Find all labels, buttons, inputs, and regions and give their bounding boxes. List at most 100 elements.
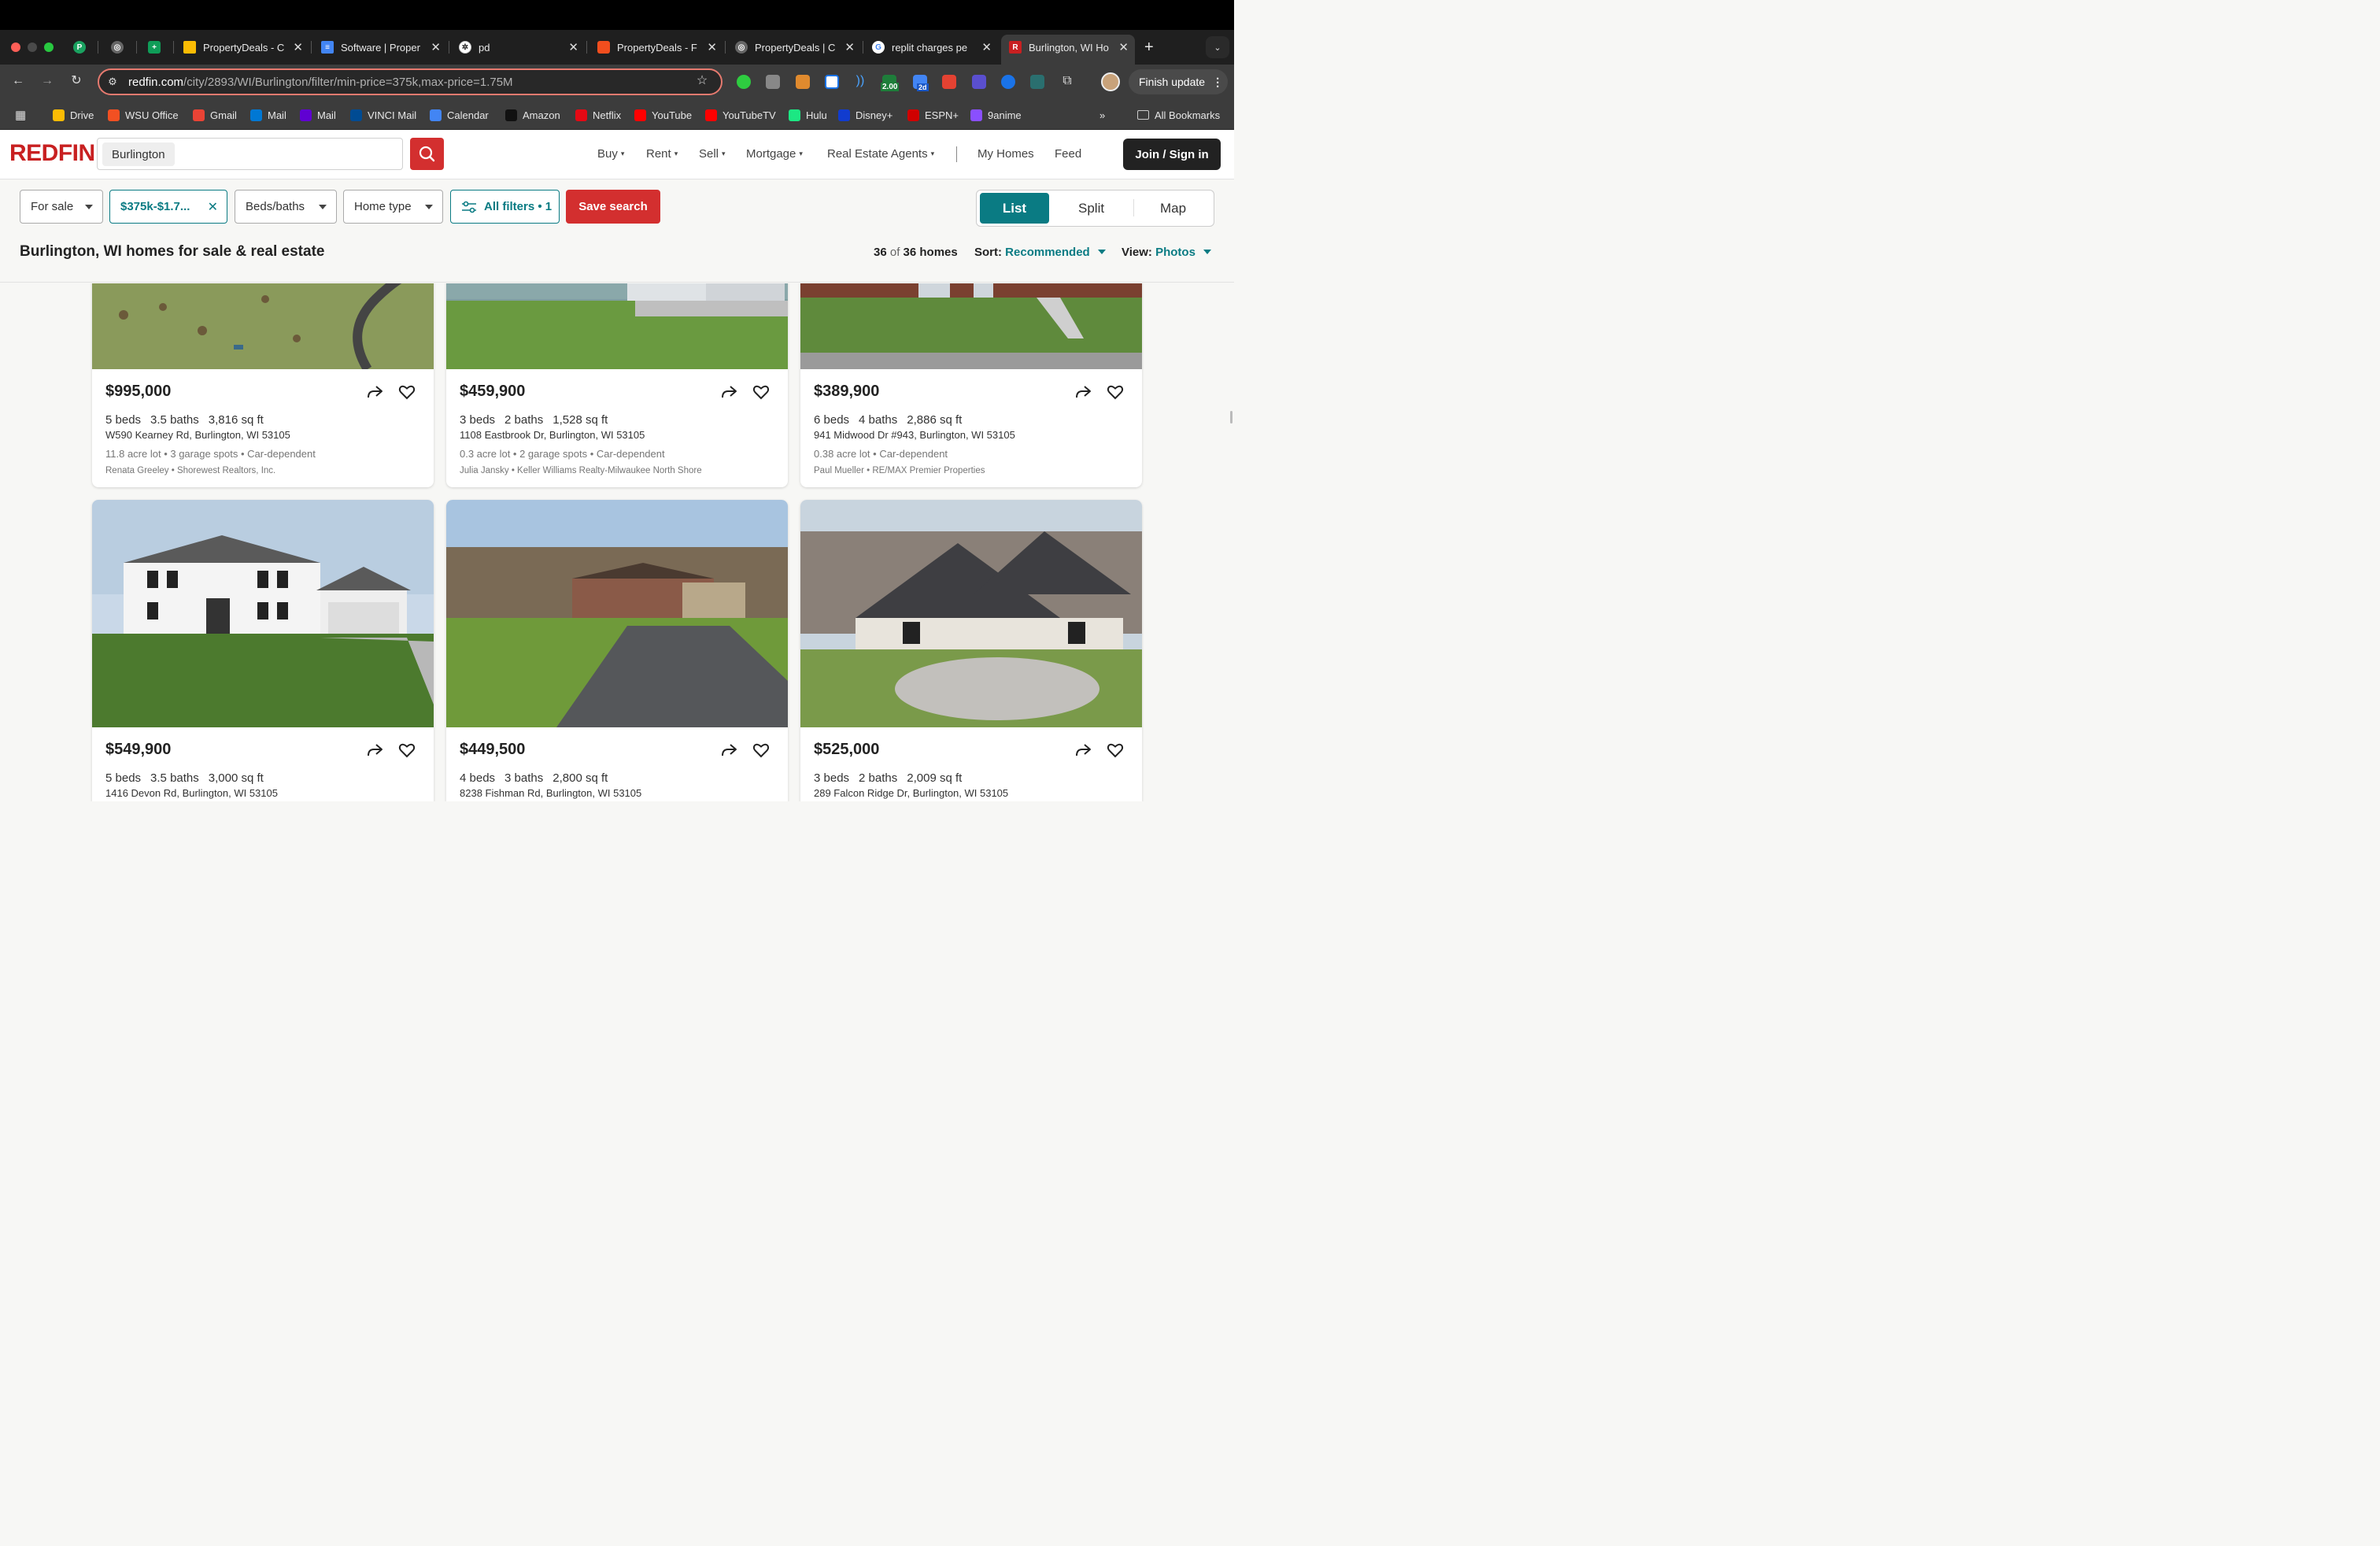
listing-photo[interactable]: [800, 500, 1142, 727]
close-tab-icon[interactable]: ✕: [1118, 40, 1129, 54]
search-button[interactable]: [410, 138, 444, 170]
bookmark-gmail[interactable]: Gmail: [193, 108, 237, 122]
bookmark-hulu[interactable]: Hulu: [789, 108, 827, 122]
bookmark-youtubetv[interactable]: YouTubeTV: [705, 108, 776, 122]
bookmark-drive[interactable]: Drive: [53, 108, 94, 122]
beds-baths-dropdown[interactable]: Beds/baths: [235, 190, 337, 224]
close-tab-icon[interactable]: ✕: [707, 40, 717, 54]
tab-search-button[interactable]: ⌄: [1206, 36, 1229, 58]
all-filters-button[interactable]: All filters • 1: [450, 190, 560, 224]
listing-card[interactable]: $389,900 6 beds 4 baths 2,886 sq ft 941 Mi…: [800, 283, 1142, 487]
bookmark-netflix[interactable]: Netflix: [575, 108, 621, 122]
favorite-heart-icon[interactable]: [752, 741, 771, 760]
bookmark-vinci-mail[interactable]: VINCI Mail: [350, 108, 416, 122]
new-tab-button[interactable]: +: [1144, 35, 1160, 60]
tab-pinned-1[interactable]: P: [73, 35, 97, 60]
view-map-button[interactable]: Map: [1160, 201, 1186, 216]
extension-todoist-icon[interactable]: [942, 75, 956, 89]
tab-propertydeals-web[interactable]: ◎ PropertyDeals | C ✕: [735, 35, 861, 60]
nav-mortgage[interactable]: Mortgage ▾: [746, 147, 803, 161]
share-icon[interactable]: [1074, 383, 1092, 401]
extensions-puzzle-icon[interactable]: ⧉: [1060, 74, 1074, 88]
site-info-icon[interactable]: ⚙: [105, 75, 120, 89]
listing-card[interactable]: $449,500 4 beds 3 baths 2,800 sq ft 8238 F…: [446, 500, 788, 801]
extension-s-icon[interactable]: [1030, 75, 1044, 89]
tab-software-docs[interactable]: ≡ Software | Proper ✕: [321, 35, 447, 60]
close-tab-icon[interactable]: ✕: [568, 40, 578, 54]
home-type-dropdown[interactable]: Home type: [343, 190, 443, 224]
join-sign-in-button[interactable]: Join / Sign in: [1123, 139, 1221, 170]
bookmark-espn-[interactable]: ESPN+: [907, 108, 959, 122]
close-tab-icon[interactable]: ✕: [431, 40, 441, 54]
bookmark-star-icon[interactable]: ☆: [695, 74, 709, 88]
tab-propertydeals-drive[interactable]: PropertyDeals - C ✕: [183, 35, 309, 60]
bookmark-disney-[interactable]: Disney+: [838, 108, 893, 122]
bookmark-wsu-office[interactable]: WSU Office: [108, 108, 179, 122]
close-tab-icon[interactable]: ✕: [844, 40, 855, 54]
share-icon[interactable]: [719, 383, 738, 401]
nav-buy[interactable]: Buy ▾: [597, 147, 624, 161]
extension-wave-icon[interactable]: )): [853, 74, 867, 88]
share-icon[interactable]: [1074, 741, 1092, 760]
price-filter[interactable]: $375k-$1.7... ✕: [109, 190, 227, 224]
url-text[interactable]: redfin.com/city/2893/WI/Burlington/filte…: [128, 76, 513, 89]
extension-blue-icon[interactable]: [1001, 75, 1015, 89]
sort-dropdown[interactable]: Sort: Recommended: [974, 246, 1106, 259]
nav-real-estate-agents[interactable]: Real Estate Agents ▾: [827, 147, 934, 161]
share-icon[interactable]: [365, 741, 384, 760]
bookmark-mail[interactable]: Mail: [250, 108, 286, 122]
back-icon[interactable]: ←: [11, 74, 25, 88]
listing-card[interactable]: $525,000 3 beds 2 baths 2,009 sq ft 289 Fa…: [800, 500, 1142, 801]
save-search-button[interactable]: Save search: [566, 190, 660, 224]
apps-grid-icon[interactable]: ▦: [15, 108, 26, 122]
listing-photo[interactable]: [446, 283, 788, 369]
bookmark-youtube[interactable]: YouTube: [634, 108, 692, 122]
reload-icon[interactable]: ↻: [69, 74, 83, 88]
nav-rent[interactable]: Rent ▾: [646, 147, 678, 161]
view-list-button[interactable]: List: [980, 193, 1049, 224]
view-dropdown[interactable]: View: Photos: [1122, 246, 1211, 259]
listing-card[interactable]: $549,900 5 beds 3.5 baths 3,000 sq ft 1416…: [92, 500, 434, 801]
extension-purple-icon[interactable]: [972, 75, 986, 89]
favorite-heart-icon[interactable]: [1106, 741, 1125, 760]
redfin-logo[interactable]: REDFIN: [9, 140, 95, 167]
profile-avatar[interactable]: [1101, 72, 1120, 91]
for-sale-dropdown[interactable]: For sale: [20, 190, 103, 224]
clear-filter-icon[interactable]: ✕: [208, 199, 218, 215]
bookmark-amazon[interactable]: Amazon: [505, 108, 560, 122]
listing-photo[interactable]: [800, 283, 1142, 369]
tab-burlington-redfin[interactable]: R Burlington, WI Ho ✕: [1009, 35, 1135, 60]
extension-orange-icon[interactable]: [796, 75, 810, 89]
listing-card[interactable]: $995,000 5 beds 3.5 baths 3,816 sq ft W590…: [92, 283, 434, 487]
favorite-heart-icon[interactable]: [397, 741, 416, 760]
close-tab-icon[interactable]: ✕: [981, 40, 992, 54]
listing-card[interactable]: $459,900 3 beds 2 baths 1,528 sq ft 1108 E…: [446, 283, 788, 487]
extension-grey-icon[interactable]: [766, 75, 780, 89]
favorite-heart-icon[interactable]: [397, 383, 416, 401]
share-icon[interactable]: [719, 741, 738, 760]
close-tab-icon[interactable]: ✕: [293, 40, 303, 54]
bookmark-mail[interactable]: Mail: [300, 108, 336, 122]
listing-photo[interactable]: [92, 500, 434, 727]
tab-pinned-3[interactable]: +: [148, 35, 172, 60]
scrollbar[interactable]: [1230, 411, 1232, 423]
forward-icon[interactable]: →: [40, 74, 54, 88]
bookmark-9anime[interactable]: 9anime: [970, 108, 1022, 122]
nav-feed[interactable]: Feed: [1055, 147, 1081, 161]
favorite-heart-icon[interactable]: [752, 383, 771, 401]
nav-my-homes[interactable]: My Homes: [978, 147, 1034, 161]
tab-pinned-2[interactable]: ◎: [111, 35, 135, 60]
minimize-window-icon[interactable]: [28, 43, 37, 52]
favorite-heart-icon[interactable]: [1106, 383, 1125, 401]
all-bookmarks[interactable]: All Bookmarks: [1137, 108, 1220, 122]
tab-pd[interactable]: ✲ pd ✕: [459, 35, 585, 60]
zoom-window-icon[interactable]: [44, 43, 54, 52]
finish-update-button[interactable]: Finish update ⋮: [1129, 69, 1228, 94]
tab-propertydeals-figma[interactable]: PropertyDeals - F ✕: [597, 35, 723, 60]
share-icon[interactable]: [365, 383, 384, 401]
listing-photo[interactable]: [446, 500, 788, 727]
bookmarks-overflow-button[interactable]: »: [1099, 108, 1105, 122]
search-location-chip[interactable]: Burlington: [102, 142, 175, 166]
close-window-icon[interactable]: [11, 43, 20, 52]
extension-green-icon[interactable]: [737, 75, 751, 89]
